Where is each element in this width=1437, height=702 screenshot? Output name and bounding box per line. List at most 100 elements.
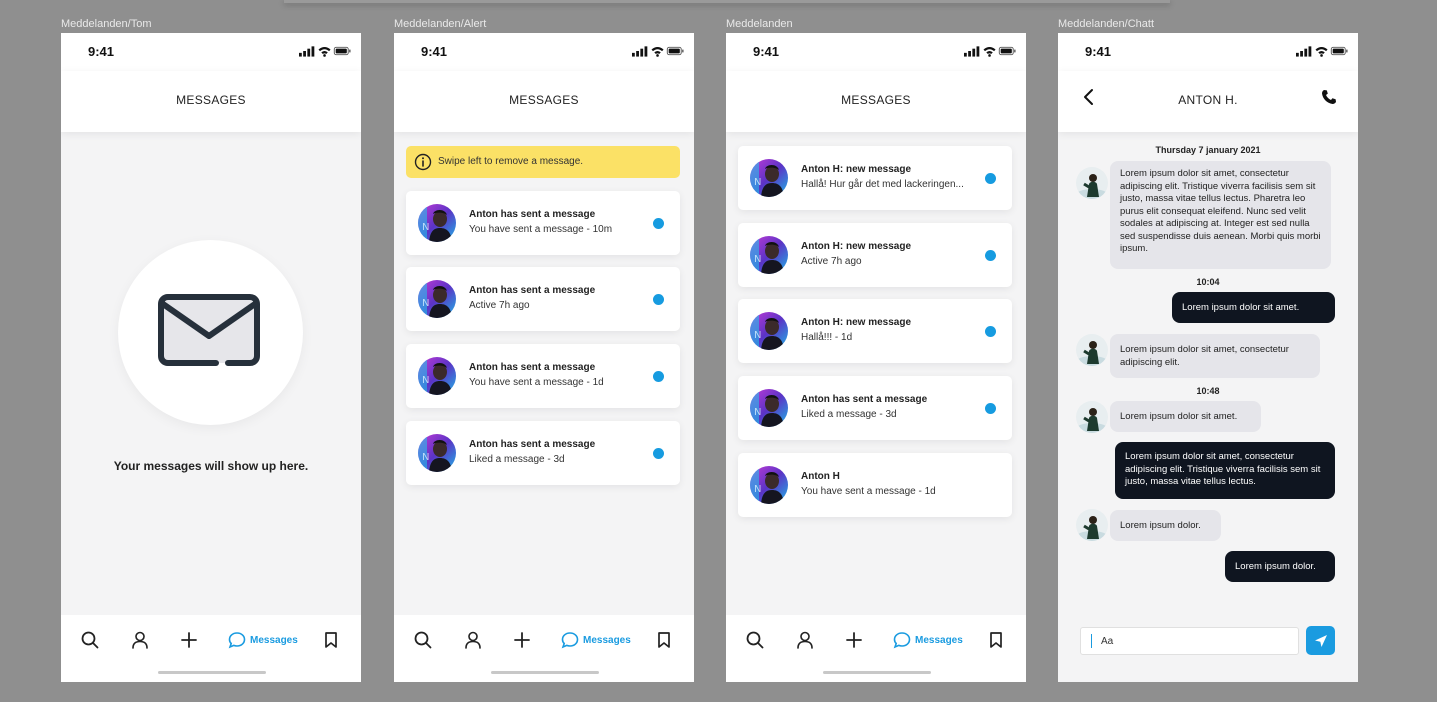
message-card[interactable]: Anton H: new message Hallå! Hur går det … xyxy=(738,146,1012,210)
chat-bubble-icon xyxy=(561,632,579,649)
message-subtitle: You have sent a message - 10m xyxy=(469,224,613,235)
message-card[interactable]: Anton has sent a message You have sent a… xyxy=(406,344,680,408)
avatar xyxy=(418,434,456,472)
outgoing-message: Lorem ipsum dolor sit amet, consectetur … xyxy=(1115,442,1335,499)
avatar xyxy=(418,280,456,318)
info-icon xyxy=(414,153,432,171)
saved-nav-button[interactable] xyxy=(656,629,672,651)
add-nav-button[interactable] xyxy=(845,629,863,651)
unread-dot xyxy=(985,250,996,261)
plus-icon xyxy=(514,632,530,648)
user-icon xyxy=(132,631,148,649)
message-title: Anton has sent a message xyxy=(801,394,928,405)
search-nav-button[interactable] xyxy=(746,629,764,651)
incoming-message: Lorem ipsum dolor sit amet. xyxy=(1110,401,1261,432)
phone-chat: 9:41 ANTON H. Thursday 7 january 2021 Lo… xyxy=(1058,33,1358,682)
profile-nav-button[interactable] xyxy=(131,629,149,651)
status-bar: 9:41 xyxy=(726,33,1026,71)
frame-label-tom: Meddelanden/Tom xyxy=(61,18,152,30)
chat-date: Thursday 7 january 2021 xyxy=(1155,145,1261,155)
header: MESSAGES xyxy=(61,71,361,132)
home-indicator xyxy=(158,671,266,674)
chat-time: 10:04 xyxy=(1196,277,1220,287)
search-nav-button[interactable] xyxy=(81,629,99,651)
contact-avatar xyxy=(1076,401,1108,433)
messages-nav-button[interactable]: Messages xyxy=(561,629,631,651)
page-title: MESSAGES xyxy=(509,93,579,107)
frame-label-alert: Meddelanden/Alert xyxy=(394,18,487,30)
alert-text: Swipe left to remove a message. xyxy=(438,156,584,167)
avatar xyxy=(750,466,788,504)
message-card[interactable]: Anton has sent a message Liked a message… xyxy=(406,421,680,485)
status-bar: 9:41 xyxy=(1058,33,1358,71)
unread-dot xyxy=(653,448,664,459)
message-card[interactable]: Anton has sent a message Active 7h ago xyxy=(406,267,680,331)
unread-dot xyxy=(653,294,664,305)
message-subtitle: Liked a message - 3d xyxy=(801,409,897,420)
message-subtitle: You have sent a message - 1d xyxy=(801,486,936,497)
message-input[interactable]: Aa xyxy=(1080,627,1299,655)
plus-icon xyxy=(181,632,197,648)
status-icons xyxy=(299,45,351,57)
message-input-placeholder: Aa xyxy=(1101,636,1114,647)
unread-dot xyxy=(985,326,996,337)
messages-nav-button[interactable]: Messages xyxy=(228,629,298,651)
contact-avatar xyxy=(1076,334,1108,366)
user-icon xyxy=(465,631,481,649)
frame-label-list: Meddelanden xyxy=(726,18,793,30)
add-nav-button[interactable] xyxy=(180,629,198,651)
message-title: Anton H xyxy=(801,471,840,482)
profile-nav-button[interactable] xyxy=(464,629,482,651)
message-title: Anton has sent a message xyxy=(469,209,596,220)
messages-nav-label: Messages xyxy=(583,634,631,646)
unread-dot xyxy=(653,371,664,382)
status-icons xyxy=(632,45,684,57)
page-title: MESSAGES xyxy=(176,93,246,107)
message-title: Anton has sent a message xyxy=(469,285,596,296)
message-title: Anton H: new message xyxy=(801,317,912,328)
unread-dot xyxy=(653,218,664,229)
swipe-alert-banner: Swipe left to remove a message. xyxy=(406,146,680,178)
bottom-nav: Messages xyxy=(726,615,1026,682)
phone-call-icon[interactable] xyxy=(1321,89,1337,105)
send-button[interactable] xyxy=(1306,626,1335,655)
chat-time: 10:48 xyxy=(1196,386,1220,396)
message-card[interactable]: Anton has sent a message Liked a message… xyxy=(738,376,1012,440)
status-time: 9:41 xyxy=(421,44,448,59)
message-card[interactable]: Anton H: new message Active 7h ago xyxy=(738,223,1012,287)
user-icon xyxy=(797,631,813,649)
avatar xyxy=(750,389,788,427)
message-subtitle: Hallå!!! - 1d xyxy=(801,332,853,343)
status-time: 9:41 xyxy=(1085,44,1112,59)
phone-alert-messages: 9:41 MESSAGES Swipe left to remove a mes… xyxy=(394,33,694,682)
messages-nav-button[interactable]: Messages xyxy=(893,629,963,651)
saved-nav-button[interactable] xyxy=(988,629,1004,651)
message-card[interactable]: Anton H: new message Hallå!!! - 1d xyxy=(738,299,1012,363)
messages-nav-label: Messages xyxy=(915,634,963,646)
message-card[interactable]: Anton H You have sent a message - 1d xyxy=(738,453,1012,517)
phone-empty-messages: 9:41 MESSAGES Your messages will show up… xyxy=(61,33,361,682)
bookmark-icon xyxy=(990,632,1002,648)
message-subtitle: Liked a message - 3d xyxy=(469,454,565,465)
avatar xyxy=(750,159,788,197)
add-nav-button[interactable] xyxy=(513,629,531,651)
bottom-nav: Messages xyxy=(61,615,361,682)
message-card[interactable]: Anton has sent a message You have sent a… xyxy=(406,191,680,255)
header: MESSAGES xyxy=(726,71,1026,132)
avatar xyxy=(750,312,788,350)
frame-label-chat: Meddelanden/Chatt xyxy=(1058,18,1155,30)
messages-nav-label: Messages xyxy=(250,634,298,646)
search-nav-button[interactable] xyxy=(414,629,432,651)
avatar xyxy=(418,204,456,242)
home-indicator xyxy=(491,671,599,674)
status-time: 9:41 xyxy=(753,44,780,59)
saved-nav-button[interactable] xyxy=(323,629,339,651)
bookmark-icon xyxy=(658,632,670,648)
search-icon xyxy=(81,631,99,649)
status-icons xyxy=(1296,45,1348,57)
home-indicator xyxy=(823,671,931,674)
message-subtitle: Hallå! Hur går det med lackeringen... xyxy=(801,179,964,190)
phone-messages-list: 9:41 MESSAGES Anton H: new message Hallå… xyxy=(726,33,1026,682)
bookmark-icon xyxy=(325,632,337,648)
profile-nav-button[interactable] xyxy=(796,629,814,651)
